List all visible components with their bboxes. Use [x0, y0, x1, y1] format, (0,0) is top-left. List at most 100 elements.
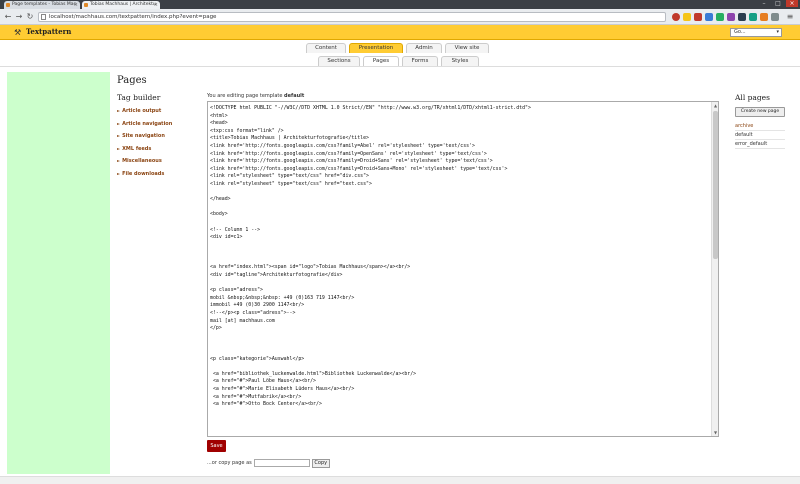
close-icon[interactable]: ×	[154, 1, 158, 9]
extension-icon[interactable]	[694, 13, 702, 21]
tag-builder-title: Tag builder	[117, 93, 161, 102]
bookmark-star-icon[interactable]	[683, 13, 691, 21]
code-line: </p>	[210, 325, 222, 332]
tab-content[interactable]: Content	[306, 43, 346, 53]
scroll-thumb[interactable]	[713, 111, 718, 259]
page-list-item[interactable]: default	[735, 131, 785, 140]
editing-template-name: default	[284, 93, 305, 99]
browser-tab[interactable]: Tobias Machhaus | Architektu ×	[82, 1, 160, 9]
page-icon	[41, 14, 46, 20]
tab-admin[interactable]: Admin	[406, 43, 442, 53]
tab-sections[interactable]: Sections	[318, 56, 360, 66]
code-text: <!DOCTYPE html PUBLIC "-//W3C//DTD XHTML…	[210, 105, 710, 409]
close-icon[interactable]: ×	[74, 1, 78, 9]
window-close-icon[interactable]: ×	[786, 0, 798, 7]
extension-icon[interactable]	[760, 13, 768, 21]
extension-icon[interactable]	[738, 13, 746, 21]
code-line: <link href='http://fonts.googleapis.com/…	[210, 158, 493, 165]
extension-icon[interactable]	[705, 13, 713, 21]
extension-icon[interactable]	[727, 13, 735, 21]
page-horizontal-scrollbar[interactable]	[0, 476, 800, 484]
tab-presentation[interactable]: Presentation	[349, 43, 403, 53]
tab-forms[interactable]: Forms	[402, 56, 438, 66]
code-line: <div id="tagline">Architekturfotografie<…	[210, 272, 343, 279]
browser-toolbar: ← → ↻ localhost/machhaus.com/textpattern…	[0, 9, 800, 25]
tag-builder-list: Article output Article navigation Site n…	[117, 107, 197, 183]
txp-header: ⚒ Textpattern Go... ▾	[0, 25, 800, 40]
code-line: <a href="bibliothek_luckenwalde.html">Bi…	[210, 370, 417, 377]
favicon-icon	[6, 3, 10, 7]
template-code-editor[interactable]: <!DOCTYPE html PUBLIC "-//W3C//DTD XHTML…	[207, 101, 719, 437]
forward-icon[interactable]: →	[14, 12, 24, 22]
copy-name-input[interactable]	[253, 459, 310, 467]
window-controls: – □ ×	[758, 0, 798, 9]
url-text: localhost/machhaus.com/textpattern/index…	[49, 14, 217, 20]
code-line: <link href='http://fonts.googleapis.com/…	[210, 165, 508, 172]
code-line: <link href='http://fonts.googleapis.com/…	[210, 150, 487, 157]
tag-builder-item[interactable]: Site navigation	[117, 132, 197, 145]
tab-styles[interactable]: Styles	[441, 56, 479, 66]
goto-select[interactable]: Go... ▾	[730, 28, 782, 37]
code-line: <title>Tobias Machhaus | Architekturfoto…	[210, 135, 369, 142]
copy-button[interactable]: Copy	[311, 458, 330, 468]
code-line: <div id=c1>	[210, 234, 243, 241]
tag-builder-item[interactable]: XML feeds	[117, 145, 197, 158]
tag-builder-item[interactable]: File downloads	[117, 170, 197, 183]
editor-scrollbar[interactable]: ▲ ▼	[711, 102, 718, 436]
minimize-icon[interactable]: –	[758, 0, 770, 7]
reload-icon[interactable]: ↻	[25, 12, 35, 22]
tool-icon: ⚒	[14, 28, 22, 37]
browser-tab-title: Page templates - Tobias Mac	[12, 2, 76, 7]
code-line: <!-- Column 1 -->	[210, 226, 261, 233]
menu-icon[interactable]: ≡	[785, 12, 795, 22]
extension-icon[interactable]	[771, 13, 779, 21]
save-button[interactable]: Save	[207, 440, 226, 452]
extension-icon[interactable]	[749, 13, 757, 21]
code-line: <body>	[210, 211, 228, 218]
logo[interactable]: Textpattern	[26, 27, 71, 37]
code-line: <html>	[210, 112, 228, 119]
primary-tabs: Content Presentation Admin View site	[0, 41, 800, 53]
page-list: archive default error_default	[735, 122, 785, 149]
page-list-item[interactable]: error_default	[735, 140, 785, 149]
tag-builder-item[interactable]: Article navigation	[117, 120, 197, 133]
code-line: mobil &nbsp;&nbsp;&nbsp: +49 (0)163 719 …	[210, 294, 355, 301]
url-bar[interactable]: localhost/machhaus.com/textpattern/index…	[38, 12, 666, 22]
browser-tab-title: Tobias Machhaus | Architektu	[90, 2, 156, 7]
code-line: <head>	[210, 120, 228, 127]
back-icon[interactable]: ←	[3, 12, 13, 22]
code-line: <!--</p><p class="adress">-->	[210, 310, 296, 317]
goto-select-value: Go...	[734, 29, 746, 35]
browser-tab[interactable]: Page templates - Tobias Mac ×	[4, 1, 80, 9]
page-title: Pages	[117, 75, 147, 86]
tag-builder-item[interactable]: Article output	[117, 107, 197, 120]
scroll-down-icon[interactable]: ▼	[712, 429, 718, 436]
code-line: mail [at] machhaus.com	[210, 317, 275, 324]
code-line: immobil +49 (0)30 2900 1147<br/>	[210, 302, 305, 309]
stop-icon[interactable]	[672, 13, 680, 21]
code-line: <p class="kategorie">Auswahl</p>	[210, 355, 305, 362]
tab-view-site[interactable]: View site	[445, 43, 489, 53]
tag-builder-item[interactable]: Miscellaneous	[117, 157, 197, 170]
scroll-up-icon[interactable]: ▲	[712, 102, 718, 109]
tab-pages[interactable]: Pages	[363, 56, 399, 66]
maximize-icon[interactable]: □	[772, 0, 784, 7]
code-line: <link href='http://fonts.googleapis.com/…	[210, 142, 475, 149]
code-line: <a href="index.html"><span id="logo">Tob…	[210, 264, 411, 271]
code-line: <link rel="stylesheet" type="text/css" h…	[210, 173, 369, 180]
all-pages-title: All pages	[735, 93, 770, 102]
secondary-tabs: Sections Pages Forms Styles	[0, 54, 800, 67]
chevron-down-icon: ▾	[776, 29, 779, 35]
page-list-item[interactable]: archive	[735, 122, 785, 131]
code-line: <link rel="stylesheet" type="text/css" h…	[210, 180, 372, 187]
create-new-page-button[interactable]: Create new page	[735, 107, 785, 117]
code-line: <txp:css format="link" />	[210, 127, 284, 134]
browser-tab-bar: Page templates - Tobias Mac × Tobias Mac…	[0, 0, 800, 9]
code-line: <a href="#">Mutfabrik</a><br/>	[210, 393, 302, 400]
extension-icon[interactable]	[716, 13, 724, 21]
